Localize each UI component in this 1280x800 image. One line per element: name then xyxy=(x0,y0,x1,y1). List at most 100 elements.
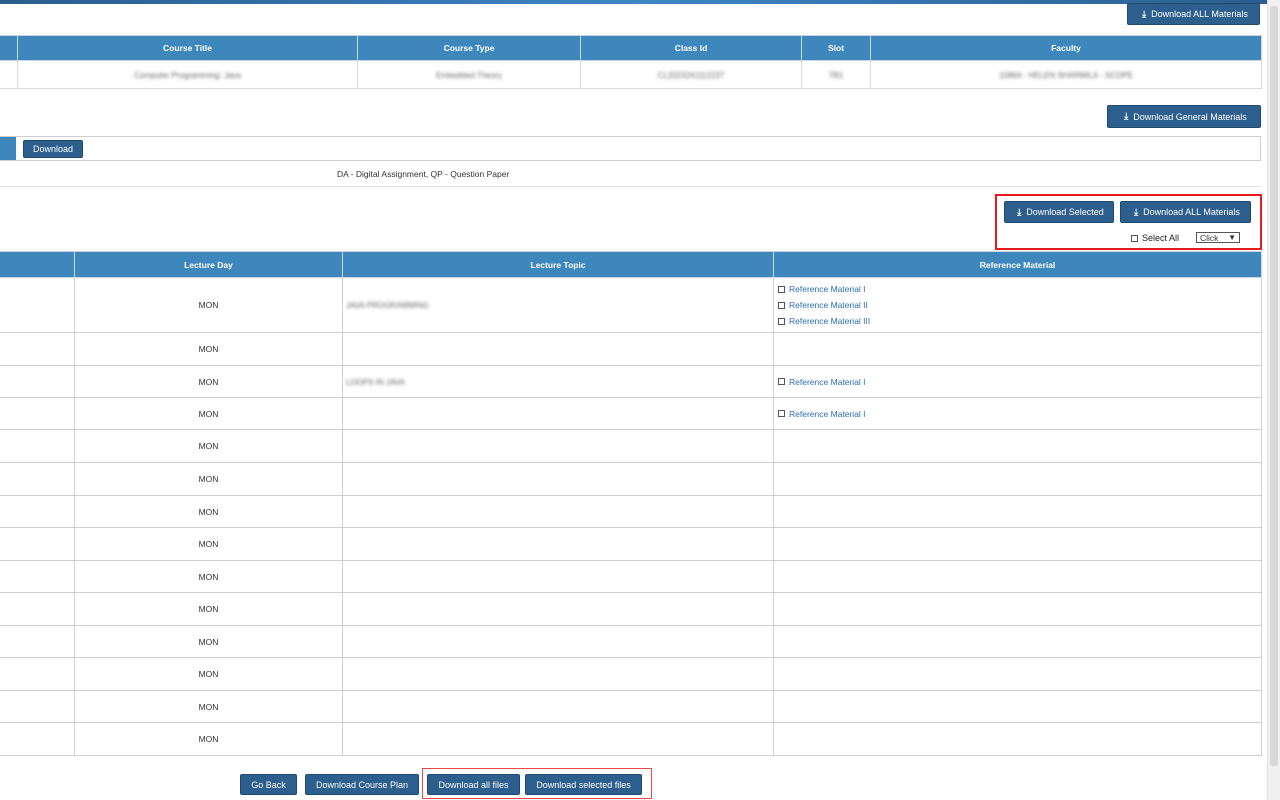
lecture-topic-cell xyxy=(342,560,774,593)
assignment-download-box xyxy=(0,136,1261,161)
lecture-cell-blank xyxy=(0,332,75,366)
faculty-header: Faculty xyxy=(870,35,1262,61)
download-button[interactable]: Download xyxy=(23,140,83,158)
reference-material-cell xyxy=(773,625,1262,658)
course-type-header: Course Type xyxy=(357,35,581,61)
reference-material-cell xyxy=(773,462,1262,496)
lecture-topic-cell xyxy=(342,657,774,691)
legend-text: DA - Digital Assignment, QP - Question P… xyxy=(337,169,510,179)
lecture-cell-blank xyxy=(0,560,75,593)
reference-material-link[interactable]: Reference Material III xyxy=(789,316,870,326)
class-id-cell: CL2023241112237 xyxy=(580,60,802,89)
lecture-cell-blank xyxy=(0,722,75,756)
download-all-top-label: Download ALL Materials xyxy=(1151,9,1248,19)
download-course-plan-label: Download Course Plan xyxy=(315,779,409,790)
lecture-row: MON LOOPS IN JAVA Reference Material I xyxy=(0,365,1262,398)
lecture-day-cell: MON xyxy=(74,527,343,561)
reference-material-item[interactable]: Reference Material II xyxy=(778,297,1260,313)
lecture-topic-cell xyxy=(342,625,774,658)
lecture-topic-text: JAVA PROGRAMMING xyxy=(346,301,429,310)
lecture-topic-cell xyxy=(342,527,774,561)
lecture-cell-blank xyxy=(0,462,75,496)
download-general-label: Download General Materials xyxy=(1133,111,1247,122)
lecture-day-cell: MON xyxy=(74,495,343,528)
download-icon: ⤓ xyxy=(1142,8,1147,19)
reference-material-cell xyxy=(773,495,1262,528)
reference-material-cell xyxy=(773,722,1262,756)
lecture-day-cell: MON xyxy=(74,657,343,691)
download-icon: ⤓ xyxy=(1124,111,1129,121)
reference-checkbox[interactable] xyxy=(778,410,785,417)
course-col-blank xyxy=(0,35,18,61)
course-type-cell: Embedded Theory xyxy=(357,60,581,89)
download-all-materials-button[interactable]: ⤓ Download ALL Materials xyxy=(1120,201,1251,223)
download-label: Download xyxy=(32,144,74,154)
class-id-header: Class Id xyxy=(580,35,802,61)
lecture-cell-blank xyxy=(0,527,75,561)
download-selected-files-button[interactable]: Download selected files xyxy=(525,774,642,795)
lecture-day-cell: MON xyxy=(74,277,343,333)
reference-checkbox[interactable] xyxy=(778,301,785,309)
download-course-plan-button[interactable]: Download Course Plan xyxy=(305,774,419,795)
reference-material-cell xyxy=(773,429,1262,463)
download-all-files-button[interactable]: Download all files xyxy=(427,774,520,795)
lecture-cell-blank xyxy=(0,690,75,723)
lecture-row: MON xyxy=(0,560,1262,593)
lecture-row: MON xyxy=(0,592,1262,626)
top-accent-bar xyxy=(0,0,1280,4)
lecture-topic-cell: JAVA PROGRAMMING xyxy=(342,277,774,333)
action-dropdown[interactable]: Click ▼ xyxy=(1196,232,1240,243)
lecture-topic-cell xyxy=(342,332,774,366)
lecture-day-cell: MON xyxy=(74,429,343,463)
lecture-topic-cell xyxy=(342,592,774,626)
select-all-control[interactable]: Select All xyxy=(1131,233,1179,243)
lecture-topic-header: Lecture Topic xyxy=(342,251,774,278)
lecture-row: MON Reference Material I xyxy=(0,397,1262,430)
reference-material-item[interactable]: Reference Material I xyxy=(778,281,1260,297)
scrollbar-thumb[interactable] xyxy=(1270,6,1278,766)
reference-material-header: Reference Material xyxy=(773,251,1262,278)
reference-material-item[interactable]: Reference Material I xyxy=(778,406,1260,422)
download-general-materials-button[interactable]: ⤓ Download General Materials xyxy=(1107,105,1261,128)
reference-checkbox[interactable] xyxy=(778,378,785,385)
reference-material-link[interactable]: Reference Material I xyxy=(789,409,866,419)
lecture-topic-text: LOOPS IN JAVA xyxy=(346,377,405,387)
faculty-cell: 10864 - HELEN SHARMILA - SCOPE xyxy=(870,60,1262,89)
reference-material-link[interactable]: Reference Material II xyxy=(789,300,868,310)
course-title-cell: Computer Programming: Java xyxy=(17,60,358,89)
reference-checkbox[interactable] xyxy=(778,285,785,293)
lecture-row: MON xyxy=(0,625,1262,658)
lecture-cell-blank xyxy=(0,625,75,658)
reference-material-item[interactable]: Reference Material I xyxy=(778,374,1260,390)
legend-row: DA - Digital Assignment, QP - Question P… xyxy=(0,162,1261,187)
lecture-cell-blank xyxy=(0,657,75,691)
lecture-topic-cell xyxy=(342,462,774,496)
dropdown-value: Click xyxy=(1200,232,1219,243)
go-back-button[interactable]: Go Back xyxy=(240,774,297,795)
lecture-cell-blank xyxy=(0,495,75,528)
lecture-cell-blank xyxy=(0,429,75,463)
lecture-cell-blank xyxy=(0,365,75,398)
download-icon: ⤓ xyxy=(1017,206,1022,217)
course-cell-blank xyxy=(0,60,18,89)
page-scrollbar[interactable] xyxy=(1267,0,1280,800)
lecture-col-blank xyxy=(0,251,75,278)
reference-material-cell xyxy=(773,527,1262,561)
lecture-cell-blank xyxy=(0,592,75,626)
lecture-topic-cell xyxy=(342,722,774,756)
download-all-materials-top-button[interactable]: ⤓ Download ALL Materials xyxy=(1127,3,1260,25)
course-row: Computer Programming: Java Embedded Theo… xyxy=(0,60,1262,89)
assignment-tab-marker xyxy=(0,137,16,160)
lecture-topic-cell xyxy=(342,690,774,723)
reference-material-link[interactable]: Reference Material I xyxy=(789,377,866,387)
lecture-day-cell: MON xyxy=(74,365,343,398)
reference-material-item[interactable]: Reference Material III xyxy=(778,313,1260,329)
lecture-row: MON xyxy=(0,527,1262,561)
go-back-label: Go Back xyxy=(251,779,286,790)
reference-material-cell xyxy=(773,560,1262,593)
download-selected-button[interactable]: ⤓ Download Selected xyxy=(1004,201,1114,223)
select-all-checkbox[interactable] xyxy=(1131,234,1138,242)
reference-material-link[interactable]: Reference Material I xyxy=(789,284,866,294)
chevron-down-icon: ▼ xyxy=(1228,233,1236,242)
reference-checkbox[interactable] xyxy=(778,317,785,325)
